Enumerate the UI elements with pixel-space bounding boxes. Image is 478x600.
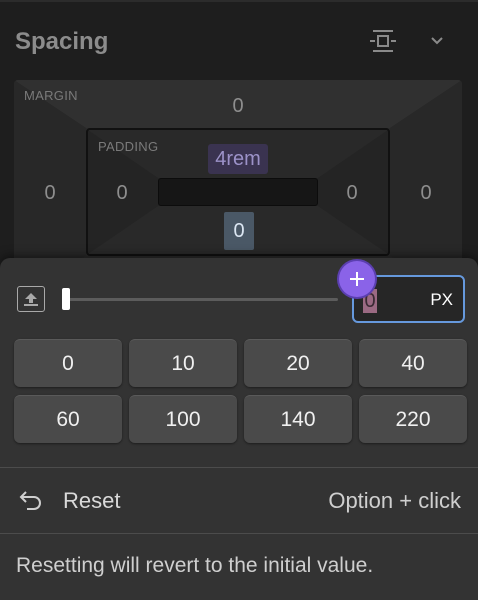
reset-hint: Resetting will revert to the initial val… (16, 554, 374, 577)
preset-button[interactable]: 0 (14, 339, 122, 387)
reset-label: Reset (63, 488, 121, 513)
chevron-down-icon[interactable] (426, 30, 448, 52)
preset-button[interactable]: 40 (359, 339, 467, 387)
preset-grid: 0 10 20 40 60 100 140 220 (14, 339, 467, 445)
preset-button[interactable]: 10 (129, 339, 237, 387)
preset-button[interactable]: 100 (129, 395, 237, 443)
preset-button[interactable]: 20 (244, 339, 352, 387)
padding-top-value[interactable]: 4rem (208, 144, 268, 174)
padding-left-value[interactable]: 0 (102, 182, 142, 205)
padding-box: PADDING 4rem 0 0 0 (86, 128, 390, 256)
margin-right-value[interactable]: 0 (406, 182, 446, 205)
margin-left-value[interactable]: 0 (30, 182, 70, 205)
panel-title: Spacing (15, 28, 109, 55)
preset-button[interactable]: 60 (14, 395, 122, 443)
padding-right-value[interactable]: 0 (332, 182, 372, 205)
undo-icon (19, 491, 41, 510)
padding-label: PADDING (98, 139, 159, 154)
divider (0, 533, 478, 534)
reset-shortcut: Option + click (328, 488, 461, 513)
split-spacing-icon[interactable] (366, 26, 400, 56)
margin-label: MARGIN (24, 88, 78, 103)
preset-button[interactable]: 140 (244, 395, 352, 443)
value-slider-thumb[interactable] (62, 288, 70, 310)
preset-button[interactable]: 220 (359, 395, 467, 443)
plus-icon[interactable] (339, 261, 375, 297)
value-slider-track[interactable] (64, 298, 338, 301)
spacing-panel: Spacing MARGIN 0 0 0 PADDING 4rem 0 0 0 … (0, 0, 478, 600)
content-box (158, 178, 318, 206)
padding-bottom-value[interactable]: 0 (224, 212, 254, 250)
divider (0, 0, 478, 2)
margin-top-value[interactable]: 0 (218, 95, 258, 118)
reset-button[interactable]: Reset Option + click (0, 468, 478, 534)
scale-upload-icon[interactable] (17, 286, 45, 312)
spacing-value-popover: 0 PX 0 10 20 40 60 100 140 220 Reset Opt… (0, 258, 478, 600)
unit-select[interactable]: PX (430, 290, 453, 310)
